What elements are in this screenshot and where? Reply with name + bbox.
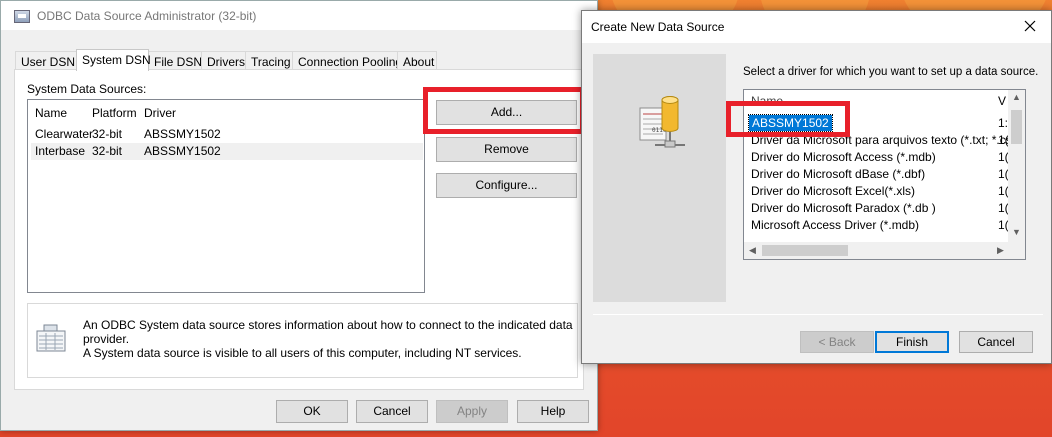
column-header-version[interactable]: V [998, 94, 1006, 108]
list-item[interactable]: Driver do Microsoft Paradox (*.db ) [751, 201, 936, 215]
list-item[interactable]: Microsoft Access Driver (*.mdb) [751, 218, 919, 232]
column-header-platform[interactable]: Platform [92, 106, 137, 120]
scroll-up-icon[interactable]: ▲ [1008, 92, 1025, 102]
scroll-left-icon[interactable]: ◀ [744, 245, 761, 256]
apply-button[interactable]: Apply [436, 400, 508, 423]
row-driver: ABSSMY1502 [144, 127, 221, 141]
system-data-sources-label: System Data Sources: [27, 82, 147, 96]
tab-about[interactable]: About [397, 51, 437, 70]
cancel-button[interactable]: Cancel [356, 400, 428, 423]
horizontal-scroll-thumb[interactable] [762, 245, 848, 256]
row-name: Interbase [35, 144, 86, 158]
odbc-app-icon [14, 10, 30, 23]
remove-button[interactable]: Remove [436, 137, 577, 162]
table-row[interactable]: Clearwater 32-bit ABSSMY1502 [31, 126, 423, 143]
window-title: ODBC Data Source Administrator (32-bit) [37, 9, 257, 23]
row-platform: 32-bit [92, 127, 123, 141]
system-data-sources-list[interactable]: Name Platform Driver Clearwater 32-bit A… [27, 99, 425, 293]
tab-drivers[interactable]: Drivers [201, 51, 246, 70]
scroll-down-icon[interactable]: ▼ [1008, 227, 1025, 237]
window-title: Create New Data Source [591, 20, 725, 34]
title-bar: ODBC Data Source Administrator (32-bit) [1, 1, 597, 30]
wizard-side-panel: 0110 [593, 54, 726, 302]
selected-driver-highlight [726, 101, 850, 137]
row-name: Clearwater [35, 127, 94, 141]
row-driver: ABSSMY1502 [144, 144, 221, 158]
separator [593, 314, 1043, 315]
list-item[interactable]: Driver do Microsoft dBase (*.dbf) [751, 167, 925, 181]
title-bar: Create New Data Source [582, 11, 1051, 43]
add-button-highlight [423, 87, 585, 134]
cancel-button[interactable]: Cancel [959, 331, 1033, 353]
row-platform: 32-bit [92, 144, 123, 158]
scroll-right-icon[interactable]: ▶ [992, 245, 1009, 256]
vertical-scrollbar[interactable]: ▲ ▼ [1008, 90, 1025, 242]
column-header-driver[interactable]: Driver [144, 106, 176, 120]
list-item[interactable]: Driver do Microsoft Access (*.mdb) [751, 150, 936, 164]
driver-version: 1: [998, 116, 1009, 130]
tab-user-dsn[interactable]: User DSN [15, 51, 77, 70]
tab-file-dsn[interactable]: File DSN [148, 51, 202, 70]
info-text-line-2: A System data source is visible to all u… [83, 346, 522, 360]
configure-button[interactable]: Configure... [436, 173, 577, 198]
finish-button[interactable]: Finish [875, 331, 949, 353]
back-button[interactable]: < Back [800, 331, 874, 353]
list-item[interactable]: Driver do Microsoft Excel(*.xls) [751, 184, 915, 198]
table-row[interactable]: Interbase 32-bit ABSSMY1502 [31, 143, 423, 160]
info-text-line-1: An ODBC System data source stores inform… [83, 318, 573, 346]
database-icon: 0110 [639, 96, 685, 148]
data-source-info-icon [36, 324, 66, 352]
info-text: An ODBC System data source stores inform… [83, 318, 573, 360]
tab-system-dsn[interactable]: System DSN [76, 49, 151, 71]
tab-tracing[interactable]: Tracing [245, 51, 293, 70]
create-new-data-source-window: Create New Data Source 0110 Select a dri… [581, 10, 1052, 364]
close-icon[interactable] [1021, 17, 1039, 35]
vertical-scroll-thumb[interactable] [1011, 110, 1022, 144]
tab-connection-pooling[interactable]: Connection Pooling [292, 51, 402, 70]
driver-prompt: Select a driver for which you want to se… [743, 66, 1039, 78]
column-header-name[interactable]: Name [35, 106, 67, 120]
help-button[interactable]: Help [517, 400, 589, 423]
ok-button[interactable]: OK [276, 400, 348, 423]
horizontal-scrollbar[interactable]: ◀ ▶ [744, 242, 1025, 259]
